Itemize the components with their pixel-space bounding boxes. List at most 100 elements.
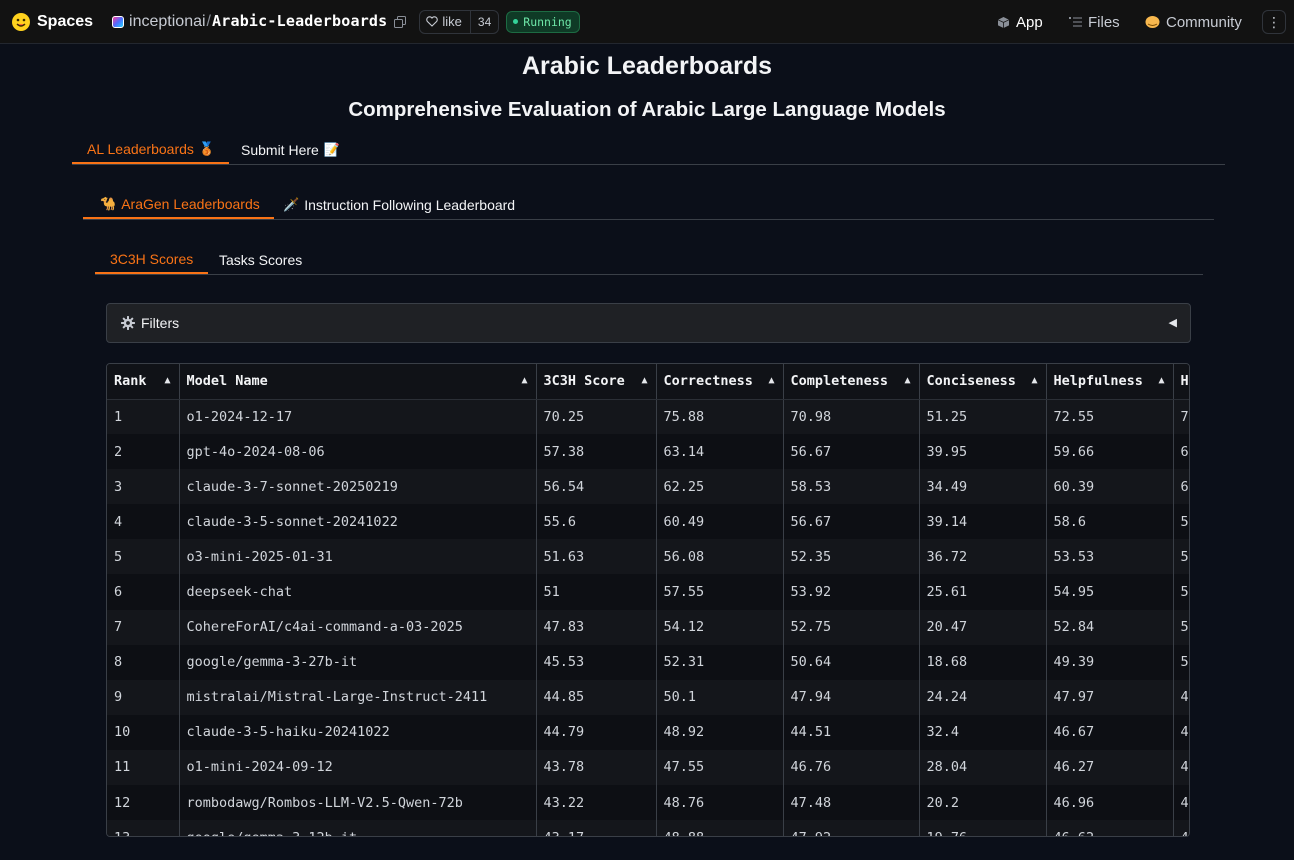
like-button[interactable]: like 34 — [419, 9, 500, 34]
copy-icon[interactable] — [394, 15, 407, 28]
tab-submit-here[interactable]: Submit Here 📝 — [241, 135, 340, 164]
filters-accordion[interactable]: Filters ◀ — [106, 303, 1191, 343]
table-cell-rank: 6 — [107, 574, 180, 610]
column-header-label: Rank — [114, 373, 147, 390]
column-header-rank[interactable]: Rank ▲ — [107, 364, 180, 400]
more-options-button[interactable]: ⋮ — [1262, 10, 1286, 34]
table-cell-completeness: 52.35 — [783, 539, 920, 575]
table-cell-correctness: 50.1 — [656, 679, 784, 715]
sort-arrow-icon[interactable]: ▲ — [768, 375, 774, 386]
table-cell-model-name: google/gemma-3-27b-it — [179, 644, 537, 680]
repo-breadcrumb: inceptionai / Arabic-Leaderboards — [129, 12, 387, 31]
table-cell-honesty: 4 — [1173, 785, 1189, 821]
column-header-correctness[interactable]: Correctness ▲ — [656, 364, 784, 400]
table-cell-honesty: 5 — [1173, 644, 1189, 680]
sort-arrow-icon[interactable]: ▲ — [521, 375, 527, 386]
table-row[interactable]: 11 o1-mini-2024-09-12 43.78 47.55 46.76 28.04… — [107, 749, 1189, 786]
sort-arrow-icon[interactable]: ▲ — [641, 375, 647, 386]
table-cell-rank: 7 — [107, 609, 180, 645]
table-row[interactable]: 6 deepseek-chat 51 57.55 53.92 25.61 54.95 5 — [107, 574, 1189, 610]
org-link[interactable]: inceptionai — [129, 13, 206, 31]
table-cell-model-name: google/gemma-3-12b-it — [179, 820, 537, 836]
status-badge[interactable]: Running — [506, 10, 580, 33]
table-cell-conciseness: 51.25 — [919, 399, 1047, 435]
hugging-face-logo-icon — [12, 12, 30, 31]
table-row[interactable]: 4 claude-3-5-sonnet-20241022 55.6 60.49 56.6… — [107, 504, 1189, 540]
nav-app-link[interactable]: App — [997, 0, 1043, 44]
table-cell-completeness: 56.67 — [783, 504, 920, 540]
nav-files-link[interactable]: Files — [1069, 0, 1120, 44]
table-cell-helpfulness: 53.53 — [1046, 539, 1174, 575]
table-cell-model-name: mistralai/Mistral-Large-Instruct-2411 — [179, 679, 537, 715]
table-cell-rank: 12 — [107, 785, 180, 821]
table-cell-correctness: 54.12 — [656, 609, 784, 645]
table-cell-helpfulness: 49.39 — [1046, 644, 1174, 680]
table-cell-honesty: 5 — [1173, 504, 1189, 540]
table-cell-rank: 10 — [107, 714, 180, 750]
table-row[interactable]: 10 claude-3-5-haiku-20241022 44.79 48.92 44.… — [107, 714, 1189, 750]
table-cell-model-name: CohereForAI/c4ai-command-a-03-2025 — [179, 609, 537, 645]
table-cell-rank: 2 — [107, 434, 180, 470]
table-row[interactable]: 2 gpt-4o-2024-08-06 57.38 63.14 56.67 39.95 59… — [107, 434, 1189, 470]
table-cell-model-name: o3-mini-2025-01-31 — [179, 539, 537, 575]
sort-arrow-icon[interactable]: ▲ — [164, 375, 170, 386]
table-row[interactable]: 9 mistralai/Mistral-Large-Instruct-2411 44… — [107, 679, 1189, 715]
like-label: like — [442, 14, 462, 29]
tab-aragen-label: AraGen Leaderboards — [121, 195, 260, 212]
table-cell-completeness: 44.51 — [783, 714, 920, 750]
sort-arrow-icon[interactable]: ▲ — [904, 375, 910, 386]
leaderboard-tab-bar: 🐪 AraGen Leaderboards 🗡️ Instruction Fol… — [83, 190, 1214, 220]
cube-icon — [997, 16, 1010, 28]
like-label-group: like — [420, 10, 471, 33]
table-row[interactable]: 8 google/gemma-3-27b-it 45.53 52.31 50.64 18.… — [107, 644, 1189, 680]
column-header-label: 3C3H Score — [543, 373, 625, 390]
org-avatar[interactable] — [112, 15, 125, 28]
table-cell-honesty: 4 — [1173, 749, 1189, 786]
page-title: Arabic Leaderboards — [521, 52, 773, 80]
gear-icon — [121, 316, 135, 330]
column-header-completeness[interactable]: Completeness ▲ — [783, 364, 920, 400]
collapse-caret-icon: ◀ — [1168, 317, 1177, 329]
more-options-icon: ⋮ — [1267, 13, 1281, 30]
table-cell-model-name: deepseek-chat — [179, 574, 537, 610]
medal-icon: 🥉 — [198, 140, 216, 156]
spaces-label: Spaces — [37, 12, 94, 30]
leaderboard-table[interactable]: Rank ▲ Model Name ▲ 3C3H Score ▲ Correctness ▲ C… — [106, 363, 1190, 837]
column-header-helpfulness[interactable]: Helpfulness ▲ — [1046, 364, 1174, 400]
tab-instruction-following[interactable]: 🗡️ Instruction Following Leaderboard — [283, 190, 515, 219]
table-cell-correctness: 48.88 — [656, 820, 784, 836]
table-cell-correctness: 56.08 — [656, 539, 784, 575]
table-row[interactable]: 13google/gemma-3-12b-it43.1748.8847.9219… — [107, 820, 1189, 836]
table-cell-helpfulness: 60.39 — [1046, 469, 1174, 505]
table-cell-conciseness: 32.4 — [919, 714, 1047, 750]
table-cell-3c3h-score: 55.6 — [536, 504, 657, 540]
column-header-honesty[interactable]: Honesty — [1173, 364, 1189, 400]
column-header-model-name[interactable]: Model Name ▲ — [179, 364, 537, 400]
sort-arrow-icon[interactable]: ▲ — [1158, 375, 1164, 386]
nav-community-link[interactable]: Community — [1145, 0, 1242, 44]
table-row[interactable]: 12 rombodawg/Rombos-LLM-V2.5-Qwen-72b 43.2… — [107, 785, 1189, 821]
tab-aragen-leaderboards[interactable]: 🐪 AraGen Leaderboards — [83, 190, 274, 219]
column-header-3c3h-score[interactable]: 3C3H Score ▲ — [536, 364, 657, 400]
tab-al-leaderboards[interactable]: AL Leaderboards 🥉 — [72, 135, 230, 164]
sort-arrow-icon[interactable]: ▲ — [1031, 375, 1037, 386]
column-header-conciseness[interactable]: Conciseness ▲ — [919, 364, 1047, 400]
tab-3c3h-scores[interactable]: 3C3H Scores — [95, 245, 209, 274]
table-cell-rank: 8 — [107, 644, 180, 680]
table-cell-honesty: 7 — [1173, 399, 1189, 435]
table-cell-completeness: 70.98 — [783, 399, 920, 435]
tab-tasks-scores[interactable]: Tasks Scores — [219, 245, 302, 274]
table-cell-model-name: gpt-4o-2024-08-06 — [179, 434, 537, 470]
table-cell-correctness: 47.55 — [656, 749, 784, 786]
table-cell-model-name: claude-3-5-haiku-20241022 — [179, 714, 537, 750]
table-row[interactable]: 1 o1-2024-12-17 70.25 75.88 70.98 51.25 72.55 7 — [107, 399, 1189, 435]
table-row[interactable]: 5 o3-mini-2025-01-31 51.63 56.08 52.35 36.72 5… — [107, 539, 1189, 575]
table-cell-conciseness: 39.95 — [919, 434, 1047, 470]
repo-name-link[interactable]: Arabic-Leaderboards — [212, 12, 387, 30]
table-row[interactable]: 7 CohereForAI/c4ai-command-a-03-2025 47.83… — [107, 609, 1189, 645]
table-cell-helpfulness: 46.27 — [1046, 749, 1174, 786]
table-row[interactable]: 3 claude-3-7-sonnet-20250219 56.54 62.25 58.… — [107, 469, 1189, 505]
status-text: Running — [523, 14, 572, 29]
spaces-home-link[interactable]: Spaces — [11, 12, 93, 32]
filters-label: Filters — [141, 315, 180, 331]
